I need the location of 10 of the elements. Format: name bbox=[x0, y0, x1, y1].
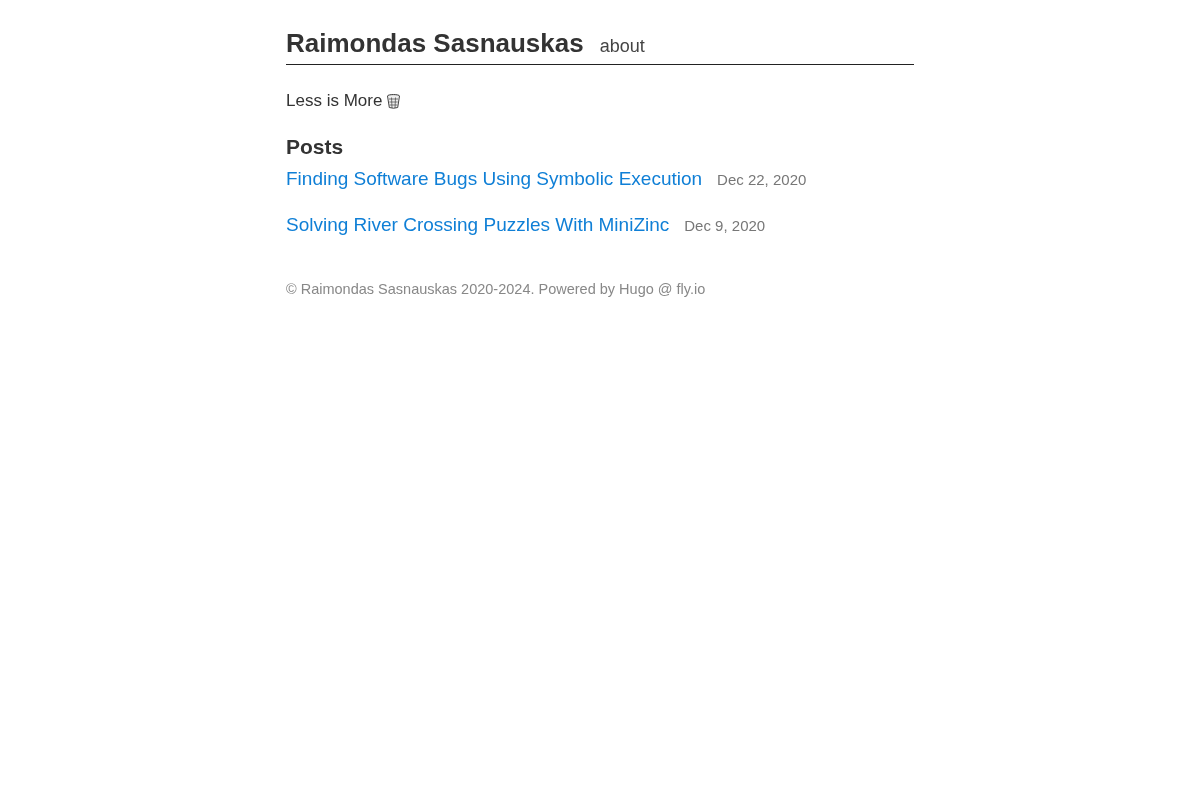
site-title: Raimondas Sasnauskas bbox=[286, 28, 584, 60]
section-heading: Posts bbox=[286, 134, 344, 160]
nav-link[interactable]: about bbox=[599, 36, 645, 58]
post-link[interactable]: Finding Software Bugs Using Symbolic Execution bbox=[286, 166, 703, 192]
wastebasket-icon bbox=[387, 93, 401, 109]
post-date: Dec 22, 2020 bbox=[717, 171, 807, 189]
tagline: Less is More bbox=[286, 90, 383, 113]
footer-text: © Raimondas Sasnauskas 2020-2024. Powered by Hugo @ fly.io bbox=[286, 280, 706, 300]
post-date: Dec 9, 2020 bbox=[684, 217, 766, 235]
post-link[interactable]: Solving River Crossing Puzzles With MiniZinc bbox=[286, 212, 670, 238]
